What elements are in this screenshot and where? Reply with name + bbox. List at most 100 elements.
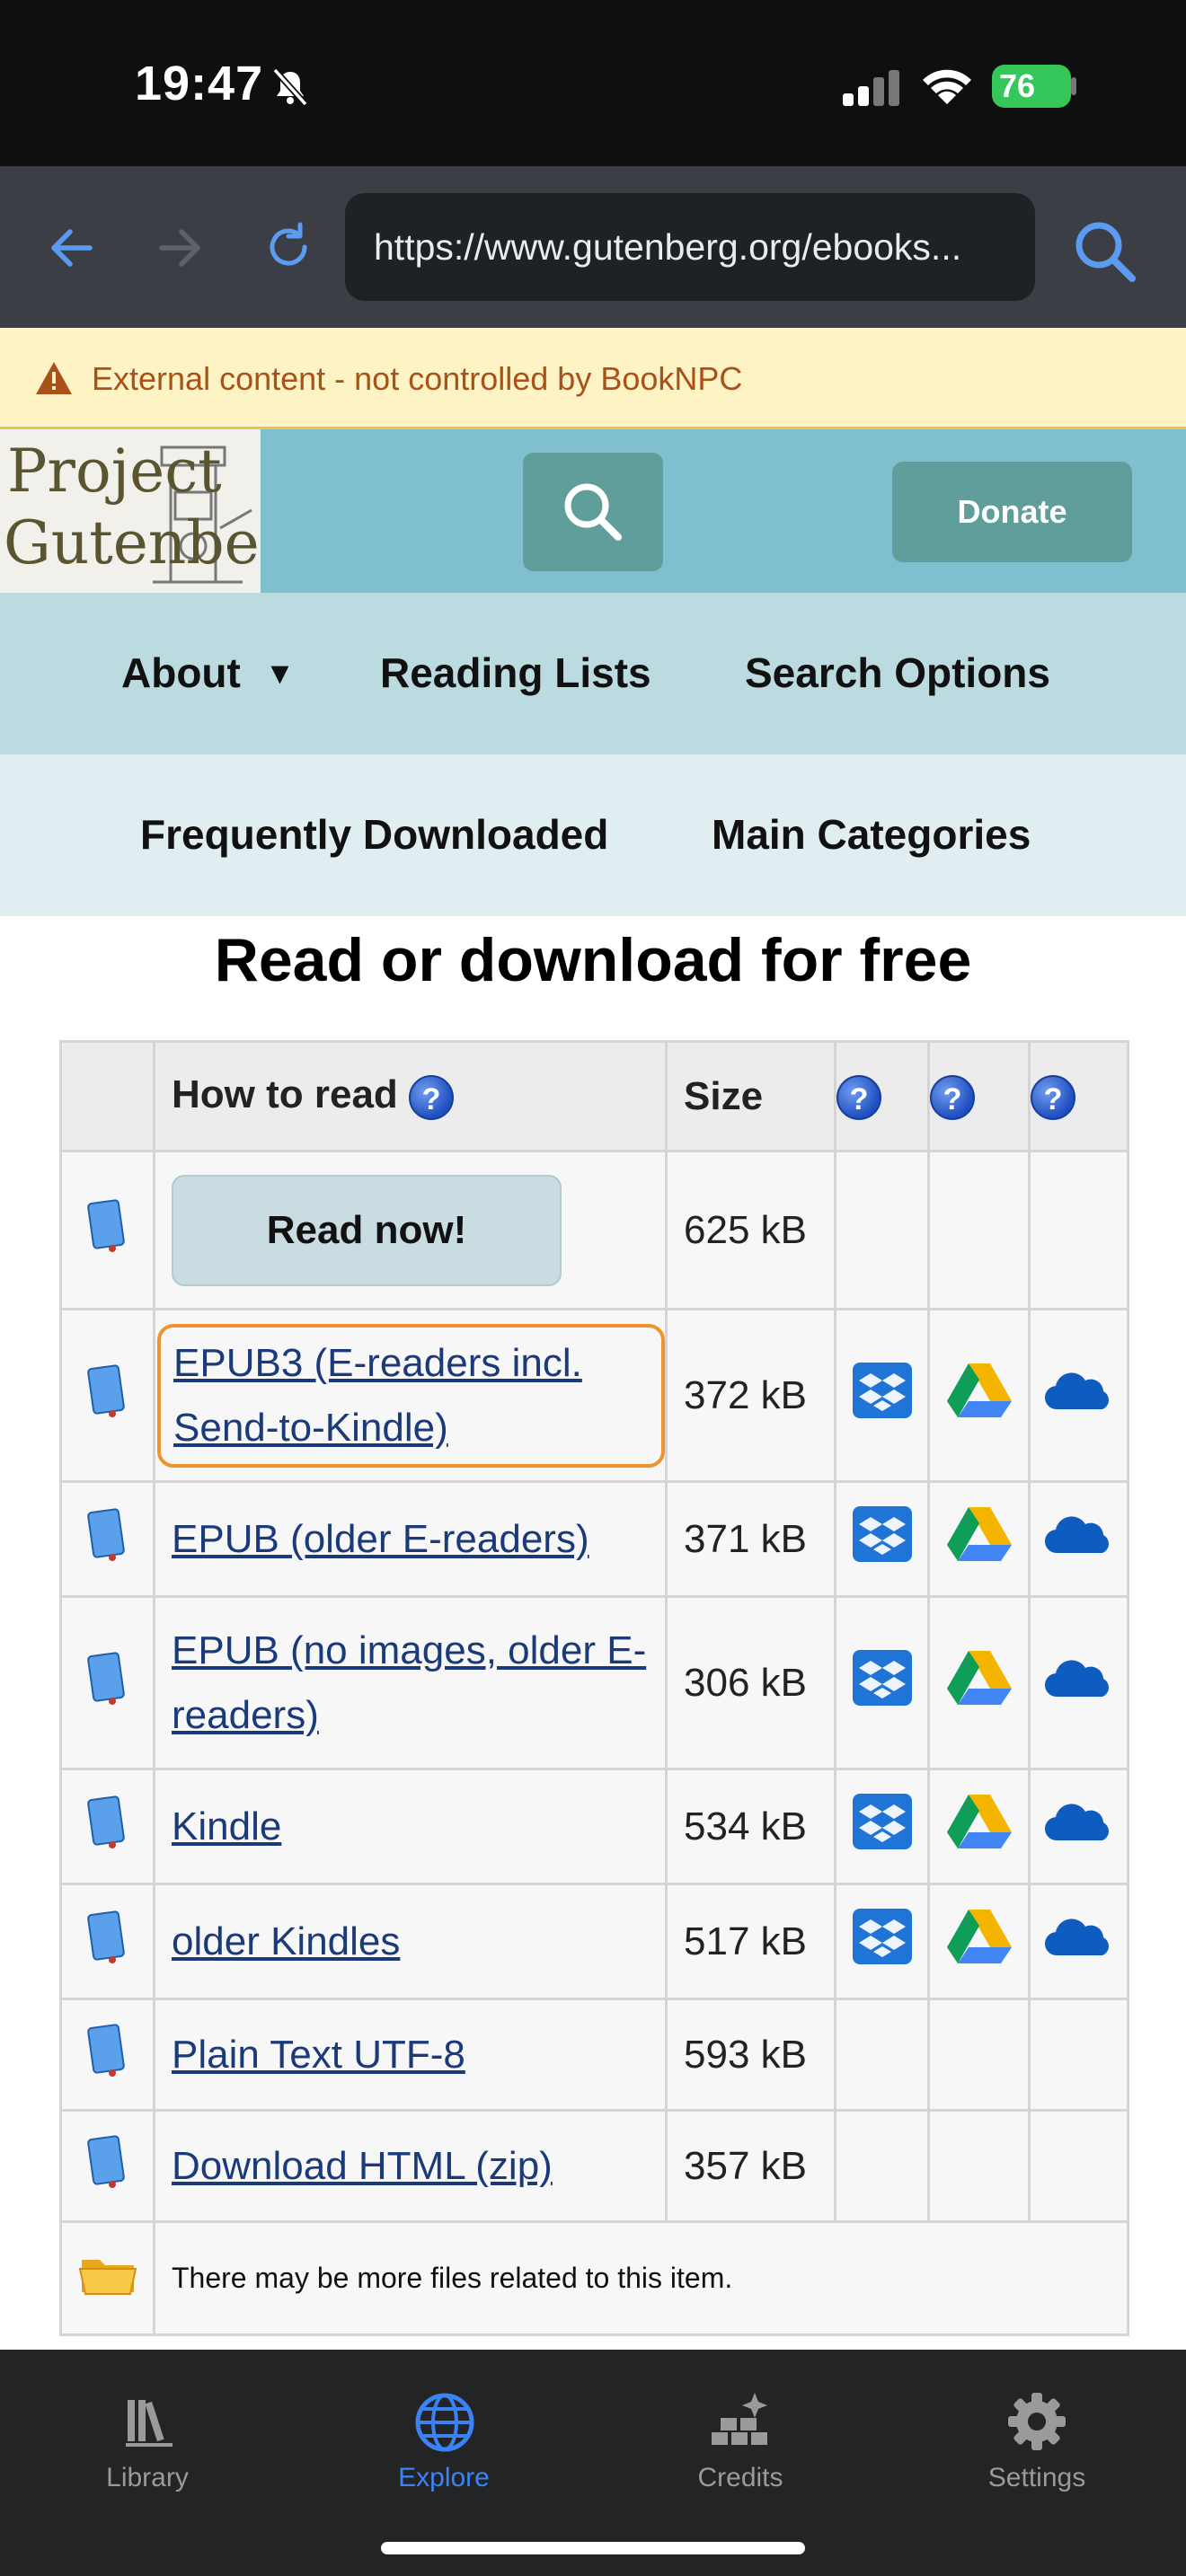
format-download-link[interactable]: EPUB3 (E-readers incl. Send-to-Kindle) [173, 1341, 582, 1450]
send-to-dropbox-cell[interactable] [834, 1883, 930, 2000]
format-download-link[interactable]: older Kindles [172, 1919, 400, 1963]
send-to-dropbox-cell[interactable] [834, 1308, 930, 1483]
file-size: 306 kB [665, 1595, 836, 1770]
table-row: EPUB3 (E-readers incl. Send-to-Kindle) 37… [59, 1308, 1129, 1483]
google-drive-icon[interactable] [945, 1505, 1013, 1563]
forward-arrow-icon[interactable] [155, 223, 205, 273]
onedrive-icon[interactable] [1043, 1799, 1115, 1844]
google-drive-icon[interactable] [945, 1908, 1013, 1965]
header-size: Size [665, 1040, 836, 1152]
ebook-icon [86, 1652, 125, 1705]
url-field[interactable]: https://www.gutenberg.org/ebooks... [345, 193, 1035, 301]
nav-about[interactable]: About ▼ [121, 648, 295, 697]
header-icon-cell [59, 1040, 155, 1152]
ebook-icon [86, 2024, 125, 2077]
send-to-onedrive-cell [1028, 1150, 1129, 1310]
library-icon [126, 2400, 173, 2447]
format-download-link[interactable]: Kindle [172, 1804, 281, 1848]
google-drive-icon[interactable] [945, 1649, 1013, 1707]
help-icon[interactable]: ? [1031, 1074, 1075, 1120]
credits-icon [712, 2393, 767, 2445]
tab-library[interactable] [13, 2389, 282, 2515]
search-icon[interactable] [1069, 216, 1141, 287]
project-gutenberg-logo[interactable]: Project Gutenberg [0, 429, 261, 593]
file-size: 517 kB [665, 1883, 836, 2000]
file-size: 357 kB [665, 2109, 836, 2223]
logo-line-gutenberg: Gutenberg [4, 508, 261, 578]
home-indicator [381, 2542, 805, 2554]
send-to-onedrive-cell[interactable] [1028, 1308, 1129, 1483]
send-to-gdrive-cell[interactable] [927, 1308, 1031, 1483]
file-size: 593 kB [665, 1998, 836, 2112]
send-to-gdrive-cell[interactable] [927, 1883, 1031, 2000]
format-cell: EPUB (older E-readers) [153, 1480, 668, 1598]
onedrive-icon[interactable] [1043, 1368, 1115, 1413]
format-download-link[interactable]: EPUB (older E-readers) [172, 1517, 589, 1561]
ebook-icon-cell [59, 2109, 155, 2223]
warning-icon [36, 362, 72, 394]
send-to-onedrive-cell[interactable] [1028, 1768, 1129, 1885]
nav-reading-lists[interactable]: Reading Lists [380, 648, 651, 697]
header-onedrive-help: ? [1028, 1040, 1129, 1152]
send-to-dropbox-cell[interactable] [834, 1480, 930, 1598]
tab-credits[interactable] [606, 2389, 875, 2515]
nav-search-options[interactable]: Search Options [745, 648, 1050, 697]
onedrive-icon[interactable] [1043, 1655, 1115, 1700]
dropbox-icon[interactable] [851, 1648, 914, 1707]
send-to-dropbox-cell[interactable] [834, 1768, 930, 1885]
download-rows: Read now! 625 kB EPUB3 (E-readers incl. Se… [59, 1150, 1129, 2223]
send-to-gdrive-cell[interactable] [927, 1768, 1031, 1885]
format-cell: EPUB (no images, older E-readers) [153, 1595, 668, 1770]
format-download-link[interactable]: EPUB (no images, older E-readers) [172, 1628, 646, 1737]
send-to-onedrive-cell[interactable] [1028, 1883, 1129, 2000]
format-cell: older Kindles [153, 1883, 668, 2000]
file-size: 372 kB [665, 1308, 836, 1483]
help-icon[interactable]: ? [930, 1074, 975, 1120]
send-to-onedrive-cell[interactable] [1028, 1480, 1129, 1598]
format-cell: Plain Text UTF-8 [153, 1998, 668, 2112]
help-icon[interactable]: ? [409, 1074, 455, 1120]
nav-frequently-downloaded[interactable]: Frequently Downloaded [140, 810, 608, 859]
send-to-gdrive-cell[interactable] [927, 1595, 1031, 1770]
silent-bell-icon [272, 67, 308, 107]
format-cell: Download HTML (zip) [153, 2109, 668, 2223]
send-to-onedrive-cell[interactable] [1028, 1595, 1129, 1770]
focus-ring: EPUB3 (E-readers incl. Send-to-Kindle) [157, 1323, 665, 1468]
onedrive-icon[interactable] [1043, 1512, 1115, 1557]
tab-explore[interactable] [309, 2389, 579, 2515]
ebook-icon-cell [59, 1595, 155, 1770]
send-to-dropbox-cell[interactable] [834, 1595, 930, 1770]
donate-button[interactable]: Donate [892, 462, 1132, 562]
send-to-dropbox-cell [834, 1150, 930, 1310]
google-drive-icon[interactable] [945, 1362, 1013, 1419]
reload-icon[interactable] [261, 219, 316, 275]
dropbox-icon[interactable] [851, 1504, 914, 1564]
wifi-icon [923, 69, 971, 104]
table-row: Kindle 534 kB [59, 1768, 1129, 1885]
send-to-dropbox-cell [834, 1998, 930, 2112]
format-cell: Read now! [153, 1150, 668, 1310]
google-drive-icon[interactable] [945, 1793, 1013, 1850]
format-download-link[interactable]: Plain Text UTF-8 [172, 2033, 465, 2077]
nav-about-label: About [121, 649, 241, 696]
dropbox-icon[interactable] [851, 1907, 914, 1966]
help-icon[interactable]: ? [836, 1074, 881, 1120]
send-to-gdrive-cell[interactable] [927, 1480, 1031, 1598]
back-arrow-icon[interactable] [47, 223, 97, 273]
primary-nav: About ▼ Reading Lists Search Options [0, 593, 1186, 754]
tab-library-label: Library [106, 2463, 189, 2492]
nav-main-categories[interactable]: Main Categories [712, 810, 1031, 859]
send-to-onedrive-cell [1028, 1998, 1129, 2112]
dropbox-icon[interactable] [851, 1792, 914, 1851]
folder-icon [78, 2260, 137, 2295]
header-how-to-read: How to read ? [153, 1040, 668, 1152]
battery-cap [1071, 77, 1076, 95]
ebook-icon [86, 1364, 125, 1417]
onedrive-icon[interactable] [1043, 1914, 1115, 1959]
ebook-icon-cell [59, 1150, 155, 1310]
read-now-button[interactable]: Read now! [172, 1174, 562, 1286]
tab-settings[interactable] [902, 2389, 1172, 2515]
format-download-link[interactable]: Download HTML (zip) [172, 2144, 553, 2188]
dropbox-icon[interactable] [851, 1361, 914, 1420]
site-search-button[interactable] [523, 453, 663, 571]
